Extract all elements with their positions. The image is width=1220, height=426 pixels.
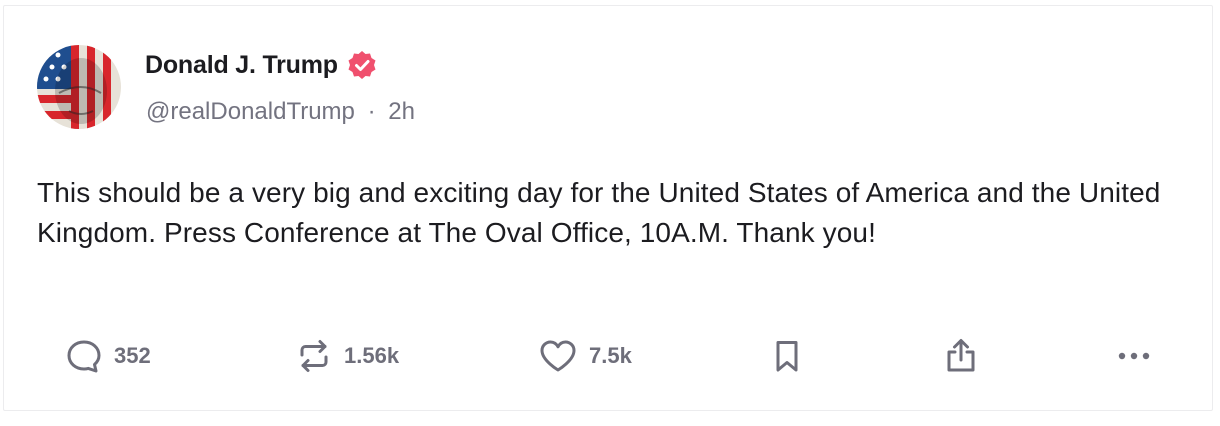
reply-count: 352 — [114, 343, 151, 368]
more-icon — [1112, 336, 1156, 376]
reply-button[interactable]: 352 — [64, 336, 151, 376]
repost-icon — [294, 336, 334, 376]
share-icon — [941, 336, 981, 376]
avatar[interactable] — [37, 45, 121, 129]
repost-count: 1.56k — [344, 343, 400, 368]
repost-button[interactable]: 1.56k — [294, 336, 399, 376]
like-count: 7.5k — [589, 343, 632, 368]
author-handle[interactable]: @realDonaldTrump — [146, 98, 355, 125]
meta-separator: · — [367, 98, 376, 125]
reply-icon — [64, 336, 104, 376]
more-options-button[interactable] — [1112, 336, 1156, 376]
author-row: Donald J. Trump — [145, 49, 378, 81]
post-card: Donald J. Trump @realDonaldTrump · 2h Th… — [3, 5, 1213, 411]
post-timestamp[interactable]: 2h — [388, 98, 415, 125]
handle-row: @realDonaldTrump · 2h — [146, 98, 415, 126]
post-text: This should be a very big and exciting d… — [37, 177, 1161, 248]
bookmark-icon — [767, 336, 807, 376]
bookmark-button[interactable] — [767, 336, 807, 376]
like-button[interactable]: 7.5k — [537, 336, 632, 376]
share-button[interactable] — [941, 336, 981, 376]
author-name[interactable]: Donald J. Trump — [145, 51, 338, 80]
avatar-image — [37, 45, 121, 129]
verified-badge-icon — [346, 49, 378, 81]
like-icon — [537, 336, 579, 376]
